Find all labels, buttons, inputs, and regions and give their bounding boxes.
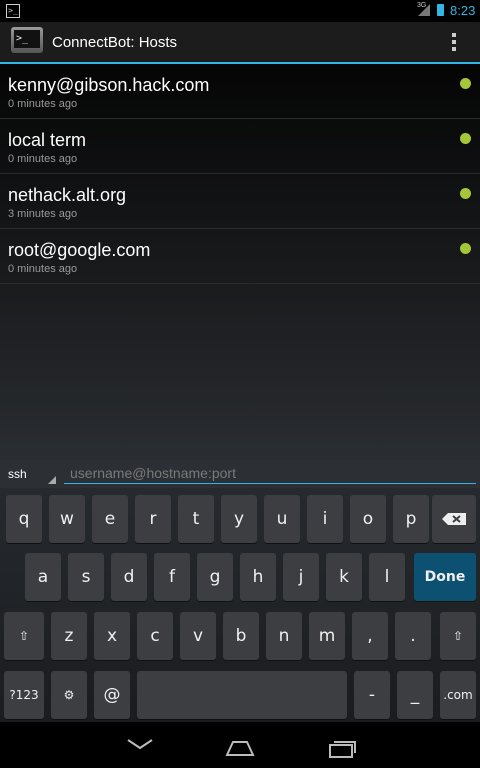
connectbot-app-icon[interactable]: >_ xyxy=(11,27,43,53)
key-k[interactable]: k xyxy=(326,553,362,601)
underscore-key[interactable]: _ xyxy=(397,671,433,719)
clock: 8:23 xyxy=(450,3,476,18)
host-status-dot xyxy=(460,243,471,254)
host-row[interactable]: root@google.com 0 minutes ago xyxy=(0,229,480,284)
settings-key[interactable]: ⚙ xyxy=(51,671,87,719)
key-m[interactable]: m xyxy=(309,612,345,660)
host-row[interactable]: local term 0 minutes ago xyxy=(0,119,480,174)
key-u[interactable]: u xyxy=(264,495,300,543)
host-status-dot xyxy=(460,78,471,89)
spacebar-key[interactable] xyxy=(137,671,347,719)
key-i[interactable]: i xyxy=(307,495,343,543)
dash-key[interactable]: - xyxy=(354,671,390,719)
back-icon[interactable] xyxy=(126,738,154,750)
page-title: ConnectBot: Hosts xyxy=(52,34,178,51)
key-comma[interactable]: , xyxy=(352,612,388,660)
uri-input[interactable] xyxy=(64,462,476,484)
host-list: kenny@gibson.hack.com 0 minutes ago loca… xyxy=(0,64,480,460)
key-l[interactable]: l xyxy=(369,553,405,601)
home-icon[interactable] xyxy=(225,740,255,756)
spinner-arrow-icon xyxy=(48,476,56,484)
overflow-menu-icon[interactable] xyxy=(446,30,462,56)
backspace-icon xyxy=(442,513,466,525)
terminal-icon: >_ xyxy=(14,30,40,48)
at-key[interactable]: @ xyxy=(94,671,130,719)
protocol-spinner[interactable]: ssh xyxy=(8,467,27,481)
key-h[interactable]: h xyxy=(240,553,276,601)
key-z[interactable]: z xyxy=(51,612,87,660)
host-row[interactable]: nethack.alt.org 3 minutes ago xyxy=(0,174,480,229)
host-name: root@google.com xyxy=(8,240,151,260)
host-name: kenny@gibson.hack.com xyxy=(8,75,210,95)
host-last-connect: 0 minutes ago xyxy=(8,153,78,165)
host-status-dot xyxy=(460,133,471,144)
key-t[interactable]: t xyxy=(178,495,214,543)
signal-icon xyxy=(418,4,430,16)
key-r[interactable]: r xyxy=(135,495,171,543)
host-last-connect: 0 minutes ago xyxy=(8,98,78,110)
key-v[interactable]: v xyxy=(180,612,216,660)
battery-icon xyxy=(437,4,444,16)
key-c[interactable]: c xyxy=(137,612,173,660)
key-n[interactable]: n xyxy=(266,612,302,660)
key-b[interactable]: b xyxy=(223,612,259,660)
host-name: local term xyxy=(8,130,87,150)
key-q[interactable]: q xyxy=(6,495,42,543)
soft-keyboard: q w e r t y u i o p a s d f g h j k l Done ⇧ z x c v b n m,. ⇧ ?123 ⚙ @… xyxy=(0,488,480,722)
recent-apps-icon[interactable] xyxy=(329,740,357,758)
key-p[interactable]: p xyxy=(393,495,429,543)
key-o[interactable]: o xyxy=(350,495,386,543)
host-name: nethack.alt.org xyxy=(8,185,127,205)
key-w[interactable]: w xyxy=(49,495,85,543)
host-row[interactable]: kenny@gibson.hack.com 0 minutes ago xyxy=(0,64,480,119)
key-j[interactable]: j xyxy=(283,553,319,601)
action-bar: >_ ConnectBot: Hosts xyxy=(0,22,480,64)
navigation-bar xyxy=(0,722,480,768)
backspace-key[interactable] xyxy=(432,495,476,543)
key-g[interactable]: g xyxy=(197,553,233,601)
host-status-dot xyxy=(460,188,471,199)
key-y[interactable]: y xyxy=(221,495,257,543)
key-s[interactable]: s xyxy=(68,553,104,601)
symbols-key[interactable]: ?123 xyxy=(4,671,44,719)
key-d[interactable]: d xyxy=(111,553,147,601)
dotcom-key[interactable]: .com xyxy=(440,671,476,719)
shift-key-left[interactable]: ⇧ xyxy=(4,612,44,660)
host-last-connect: 0 minutes ago xyxy=(8,263,78,275)
done-key[interactable]: Done xyxy=(414,553,476,601)
quick-connect-bar: ssh xyxy=(0,460,480,488)
key-a[interactable]: a xyxy=(25,553,61,601)
key-f[interactable]: f xyxy=(154,553,190,601)
key-e[interactable]: e xyxy=(92,495,128,543)
terminal-notification-icon: >_ xyxy=(6,4,20,18)
key-x[interactable]: x xyxy=(94,612,130,660)
key-period[interactable]: . xyxy=(395,612,431,660)
status-bar: >_ 3G 8:23 xyxy=(0,0,480,22)
shift-key-right[interactable]: ⇧ xyxy=(440,612,476,660)
host-last-connect: 3 minutes ago xyxy=(8,208,78,220)
